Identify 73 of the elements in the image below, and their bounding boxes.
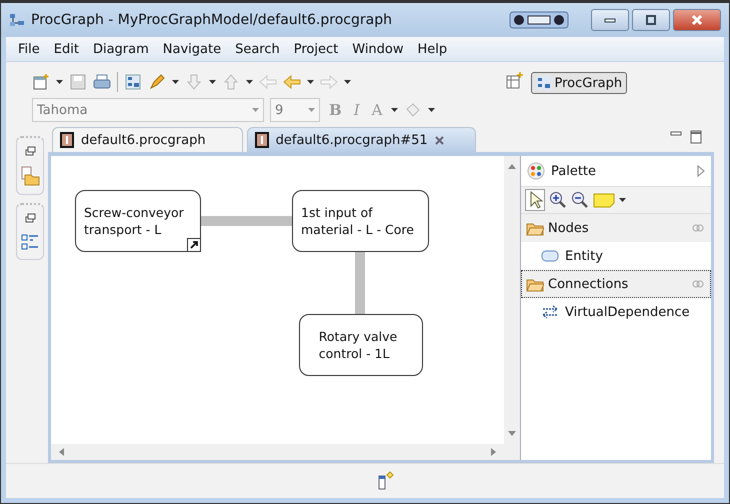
right-arrow-icon [491, 448, 496, 456]
restore-icon[interactable] [24, 213, 36, 223]
caret-icon [252, 108, 259, 112]
caret-icon[interactable] [344, 80, 351, 84]
caret-icon[interactable] [56, 80, 63, 84]
caret-icon[interactable] [619, 198, 626, 202]
node-label: Rotary valve control - 1L [318, 328, 398, 362]
font-field[interactable]: Tahoma [32, 98, 264, 122]
caret-icon[interactable] [246, 80, 253, 84]
menu-item[interactable]: Diagram [86, 40, 155, 58]
palette-drawer[interactable]: Nodes [521, 214, 711, 242]
print-icon[interactable] [93, 73, 111, 91]
caret-icon[interactable] [391, 108, 398, 112]
maximize-icon [644, 14, 658, 26]
outline-icon[interactable] [21, 233, 39, 251]
diagram-node[interactable]: 1st input of material - L - Core [292, 190, 429, 252]
file-icon [59, 131, 75, 149]
restore-icon[interactable] [24, 146, 36, 156]
palette-entry[interactable]: VirtualDependence [521, 298, 711, 326]
node-label: Screw-conveyor transport - L [84, 204, 184, 238]
open-perspective-icon[interactable] [505, 72, 524, 90]
left-arrow-icon [59, 448, 64, 456]
diagram-node[interactable]: Rotary valve control - 1L [299, 314, 423, 376]
caret-icon[interactable] [209, 80, 216, 84]
caret-icon[interactable] [307, 80, 314, 84]
zoom-in-icon[interactable] [549, 191, 567, 209]
palette-drawer[interactable]: Connections [521, 270, 711, 298]
window-title: ProcGraph - MyProcGraphModel/default6.procgraph [31, 12, 393, 28]
menu-item[interactable]: Help [412, 40, 454, 58]
close-icon[interactable] [434, 134, 445, 146]
zoom-out-icon[interactable] [571, 191, 589, 209]
minimize-icon[interactable] [670, 130, 682, 138]
expand-icon[interactable] [697, 165, 705, 177]
minimize-button[interactable] [591, 9, 629, 31]
palette-entry[interactable]: Entity [521, 242, 711, 270]
vertical-scrollbar[interactable] [504, 156, 520, 444]
double-arrow-icon [541, 305, 559, 319]
editor-tab[interactable]: default6.procgraph [52, 127, 243, 152]
fast-view-icon[interactable] [376, 471, 396, 491]
maximize-button[interactable] [632, 9, 670, 31]
app-icon [9, 12, 25, 28]
diagram-node[interactable]: Screw-conveyor transport - L [75, 190, 201, 252]
menu-item[interactable]: Project [288, 40, 344, 58]
caret-icon[interactable] [428, 108, 436, 112]
diagram-icon [536, 75, 552, 91]
palette-icon [527, 162, 545, 180]
diagram-icon[interactable] [124, 73, 142, 91]
rounded-rectangle-icon [541, 250, 559, 262]
caret-icon [308, 108, 315, 112]
menu-item[interactable]: Edit [48, 40, 85, 58]
menu-item[interactable]: Window [346, 40, 410, 58]
close-button[interactable] [673, 9, 721, 31]
menu-item[interactable]: File [12, 40, 46, 58]
close-icon [690, 14, 704, 26]
caret-icon[interactable] [172, 80, 179, 84]
up-arrow-icon [508, 164, 516, 169]
project-explorer-icon[interactable] [20, 166, 40, 186]
new-file-icon[interactable] [32, 73, 50, 91]
editor-tab[interactable]: default6.procgraph#51 [246, 127, 476, 152]
pen-icon[interactable] [148, 73, 166, 91]
toggle-icon[interactable] [509, 10, 569, 30]
node-label: 1st input of material - L - Core [301, 204, 414, 238]
file-icon [254, 131, 270, 149]
minimize-icon [604, 18, 616, 22]
down-arrow-icon [508, 431, 516, 436]
maximize-icon[interactable] [690, 130, 702, 144]
menu-item[interactable]: Navigate [156, 40, 228, 58]
size-field[interactable]: 9 [270, 98, 320, 122]
select-tool-icon[interactable] [525, 189, 545, 211]
palette-title: Palette [551, 164, 598, 178]
horizontal-scrollbar[interactable] [51, 444, 504, 460]
perspective-button[interactable]: ProcGraph [531, 72, 628, 94]
menu-item[interactable]: Search [229, 40, 286, 58]
